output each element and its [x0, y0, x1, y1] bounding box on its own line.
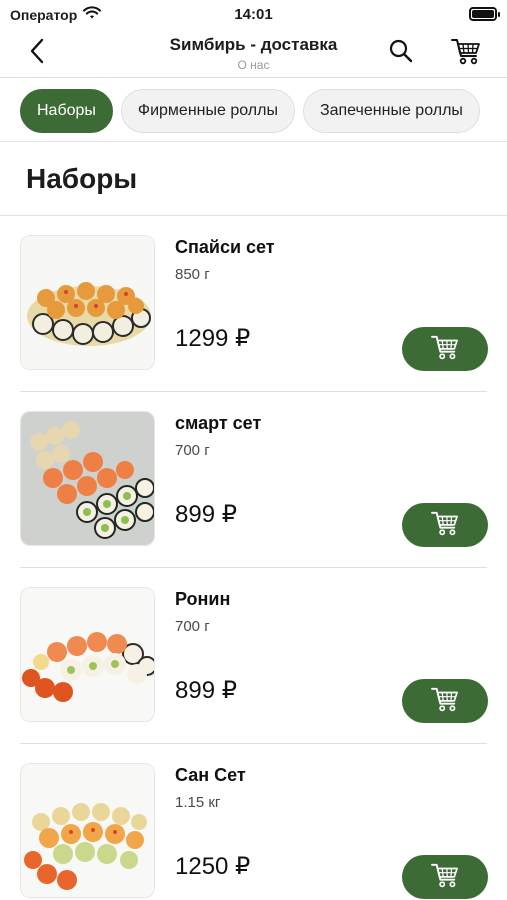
- about-link[interactable]: О нас: [0, 58, 507, 72]
- product-card[interactable]: Спайси сет 850 г 1299 ₽: [0, 216, 507, 392]
- product-image[interactable]: [20, 235, 155, 370]
- product-weight: 700 г: [175, 618, 210, 635]
- product-name: Ронин: [175, 589, 231, 609]
- product-price: 899 ₽: [175, 677, 237, 704]
- search-icon: [388, 38, 414, 69]
- add-to-cart-button[interactable]: [402, 855, 488, 899]
- cart-button[interactable]: [448, 36, 484, 70]
- product-price: 1250 ₽: [175, 853, 251, 880]
- product-image[interactable]: [20, 763, 155, 898]
- product-name: Сан Сет: [175, 765, 246, 785]
- product-price: 1299 ₽: [175, 325, 251, 352]
- tab-baked-rolls[interactable]: Запеченные роллы: [302, 88, 480, 133]
- cart-icon: [450, 37, 482, 70]
- cart-icon: [430, 334, 460, 365]
- product-card[interactable]: смарт сет 700 г 899 ₽: [0, 392, 507, 568]
- product-card[interactable]: Ронин 700 г 899 ₽: [0, 568, 507, 744]
- product-image[interactable]: [20, 587, 155, 722]
- product-image[interactable]: [20, 411, 155, 546]
- product-weight: 1.15 кг: [175, 794, 221, 811]
- cart-icon: [430, 862, 460, 893]
- cart-icon: [430, 686, 460, 717]
- add-to-cart-button[interactable]: [402, 503, 488, 547]
- status-bar: Оператор 14:01: [0, 0, 507, 28]
- clock: 14:01: [234, 6, 273, 23]
- product-name: Спайси сет: [175, 237, 275, 257]
- tab-sets[interactable]: Наборы: [20, 88, 113, 133]
- page-title: Sимбирь - доставка: [169, 35, 338, 54]
- product-card[interactable]: Сан Сет 1.15 кг 1250 ₽: [0, 744, 507, 900]
- product-weight: 700 г: [175, 442, 210, 459]
- category-tabs: Наборы Фирменные роллы Запеченные роллы: [0, 80, 507, 142]
- add-to-cart-button[interactable]: [402, 327, 488, 371]
- add-to-cart-button[interactable]: [402, 679, 488, 723]
- tab-signature-rolls[interactable]: Фирменные роллы: [120, 88, 295, 133]
- section-title: Наборы: [26, 163, 138, 194]
- product-name: смарт сет: [175, 413, 262, 433]
- product-price: 899 ₽: [175, 501, 237, 528]
- product-weight: 850 г: [175, 266, 210, 283]
- search-button[interactable]: [385, 36, 417, 70]
- cart-icon: [430, 510, 460, 541]
- battery-icon: [469, 7, 500, 21]
- nav-bar: Sимбирь - доставка О нас: [0, 28, 507, 78]
